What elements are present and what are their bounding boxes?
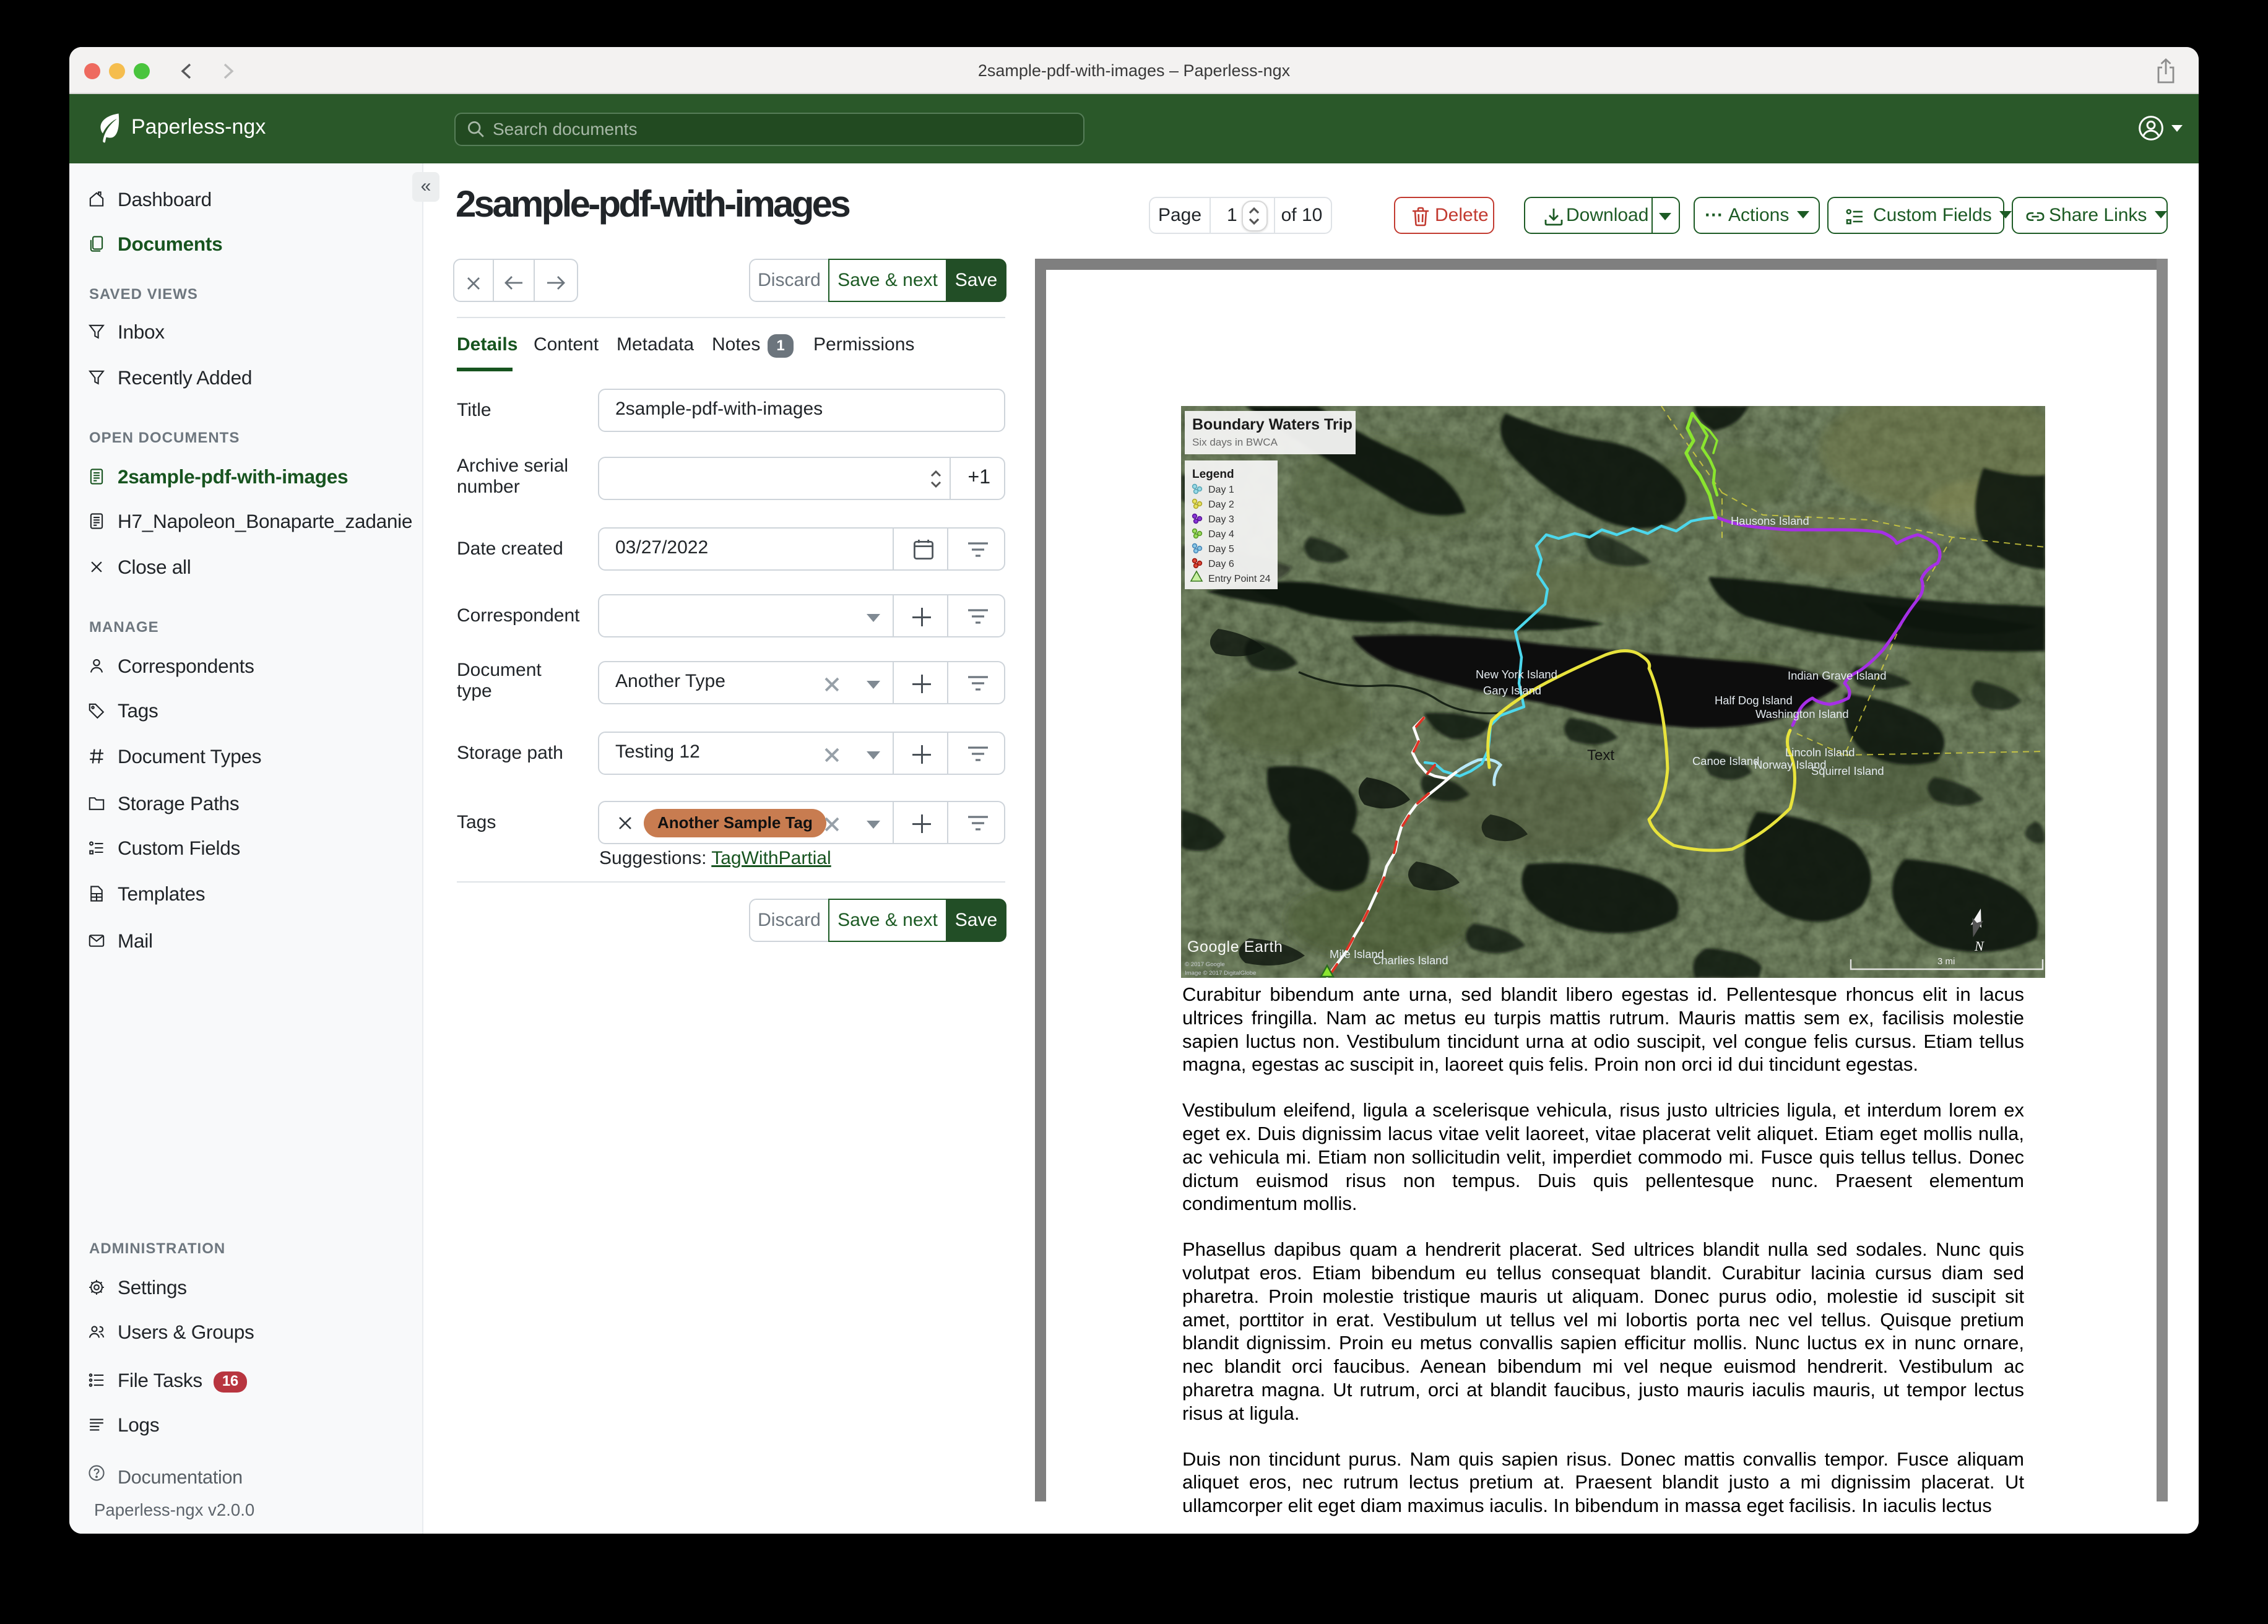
svg-text:Google Earth: Google Earth xyxy=(1187,938,1283,956)
svg-text:Washington Island: Washington Island xyxy=(1755,707,1849,720)
svg-text:Indian Grave Island: Indian Grave Island xyxy=(1788,669,1886,682)
svg-text:Canoe Island: Canoe Island xyxy=(1692,754,1759,767)
svg-text:Day 3: Day 3 xyxy=(1208,514,1234,525)
svg-text:Squirrel Island: Squirrel Island xyxy=(1811,764,1884,777)
svg-text:Legend: Legend xyxy=(1192,468,1234,481)
svg-text:Boundary Waters Trip: Boundary Waters Trip xyxy=(1192,416,1353,433)
svg-text:Gary Island: Gary Island xyxy=(1483,684,1541,697)
svg-text:Text: Text xyxy=(1587,747,1614,764)
svg-text:Day 2: Day 2 xyxy=(1208,499,1234,510)
svg-text:Half Dog Island: Half Dog Island xyxy=(1715,694,1793,707)
svg-text:Hausons Island: Hausons Island xyxy=(1731,514,1809,527)
svg-text:Charlies Island: Charlies Island xyxy=(1373,954,1448,967)
svg-text:New York Island: New York Island xyxy=(1476,668,1557,681)
svg-text:N: N xyxy=(1974,938,1984,954)
svg-text:Lincoln Island: Lincoln Island xyxy=(1785,746,1855,759)
svg-text:Entry Point 24: Entry Point 24 xyxy=(1208,574,1271,584)
svg-text:3 mi: 3 mi xyxy=(1937,956,1955,967)
svg-text:Day 1: Day 1 xyxy=(1208,485,1234,495)
svg-text:Day 4: Day 4 xyxy=(1208,529,1234,540)
svg-text:© 2017 Google: © 2017 Google xyxy=(1185,961,1225,968)
svg-text:Day 6: Day 6 xyxy=(1208,559,1234,569)
svg-text:Six days in BWCA: Six days in BWCA xyxy=(1192,436,1278,448)
svg-text:Day 5: Day 5 xyxy=(1208,544,1234,555)
svg-text:Image © 2017 DigitalGlobe: Image © 2017 DigitalGlobe xyxy=(1185,970,1256,977)
